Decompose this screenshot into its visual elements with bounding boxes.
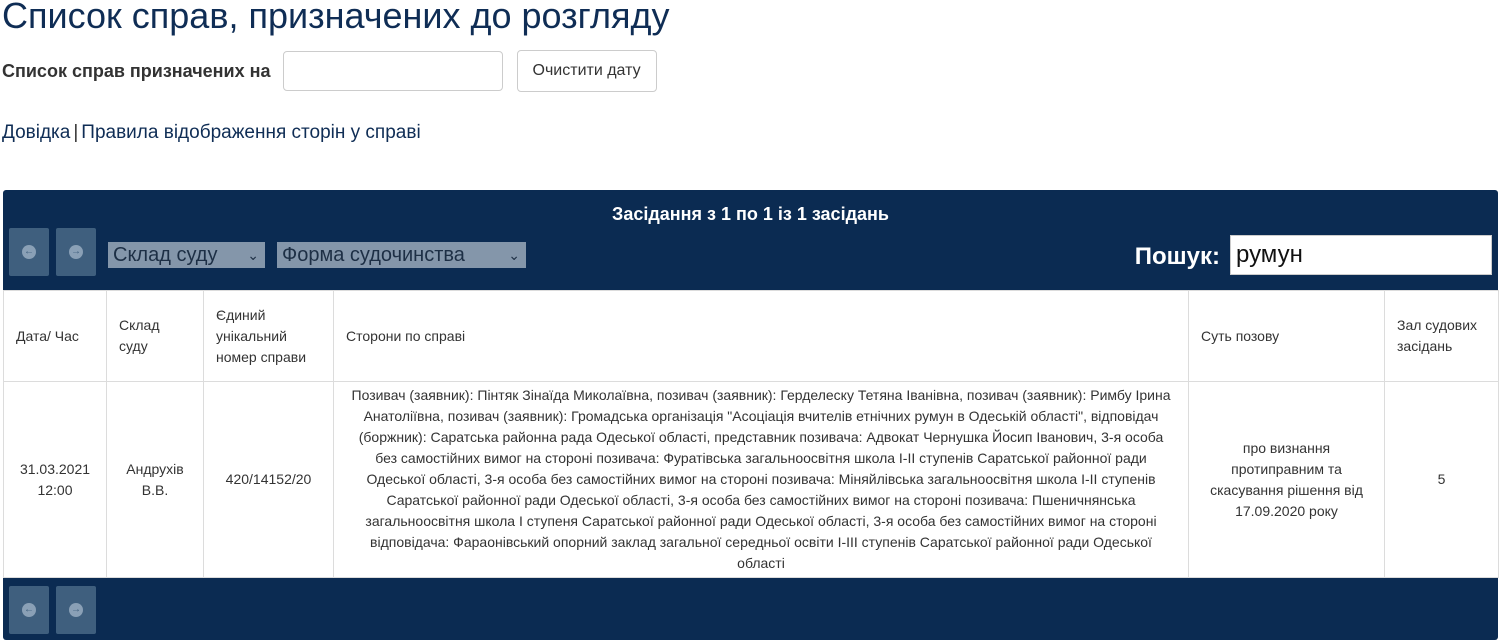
cell-date: 31.03.2021	[19, 460, 91, 477]
court-composition-select-label: Склад суду	[113, 244, 218, 266]
column-header-claim[interactable]: Суть позову	[1188, 290, 1385, 382]
next-page-button-bottom[interactable]: →	[56, 586, 96, 634]
help-link[interactable]: Довідка	[2, 122, 70, 143]
cell-claim: про визнання протиправним та скасування …	[1188, 381, 1385, 578]
date-input[interactable]	[282, 51, 503, 91]
column-header-case-number[interactable]: Єдиний унікальний номер справи	[203, 290, 334, 382]
proceeding-form-select-label: Форма судочинства	[282, 244, 465, 266]
clear-date-button[interactable]: Очистити дату	[516, 50, 657, 92]
cell-case-number: 420/14152/20	[203, 381, 334, 578]
panel-toolbar: Засідання з 1 по 1 із 1 засідань ← → Скл…	[3, 190, 1498, 290]
table-row: 31.03.2021 12:00 Андрухів В.В. 420/14152…	[3, 381, 1499, 578]
court-composition-select[interactable]: Склад суду ⌄	[108, 242, 265, 268]
chevron-down-icon: ⌄	[508, 247, 520, 263]
column-header-hall[interactable]: Зал судових засідань	[1384, 290, 1499, 382]
arrow-right-circle-icon: →	[69, 245, 83, 259]
column-header-parties[interactable]: Сторони по справі	[333, 290, 1189, 382]
arrow-right-circle-icon: →	[69, 603, 83, 617]
search-input[interactable]: румун	[1230, 235, 1492, 275]
date-label: Список справ призначених на	[2, 60, 271, 81]
cases-panel: Засідання з 1 по 1 із 1 засідань ← → Скл…	[3, 190, 1499, 640]
column-header-judge[interactable]: Склад суду	[106, 290, 204, 382]
cases-table: Дата/ Час Склад суду Єдиний унікальний н…	[3, 290, 1499, 578]
prev-page-button-bottom[interactable]: ←	[9, 586, 49, 634]
arrow-left-circle-icon: ←	[22, 245, 36, 259]
cell-date-time: 31.03.2021 12:00	[3, 381, 107, 578]
search-label: Пошук:	[1134, 243, 1220, 270]
link-separator: |	[73, 122, 79, 143]
column-header-date[interactable]: Дата/ Час	[3, 290, 107, 382]
prev-page-button[interactable]: ←	[9, 228, 49, 276]
next-page-button[interactable]: →	[56, 228, 96, 276]
help-links: Довідка | Правила відображення сторін у сп…	[2, 122, 421, 144]
cell-time: 12:00	[37, 481, 73, 498]
proceeding-form-select[interactable]: Форма судочинства ⌄	[277, 242, 526, 268]
chevron-down-icon: ⌄	[247, 247, 259, 263]
page-title: Список справ, призначених до розгляду	[2, 0, 670, 36]
cell-parties: Позивач (заявник): Пінтяк Зінаїда Микола…	[333, 381, 1189, 578]
date-filter-row: Список справ призначених на Очистити дат…	[2, 50, 657, 92]
arrow-left-circle-icon: ←	[22, 603, 36, 617]
party-display-rules-link[interactable]: Правила відображення сторін у справі	[81, 122, 420, 143]
cell-hall: 5	[1384, 381, 1499, 578]
table-header-row: Дата/ Час Склад суду Єдиний унікальний н…	[3, 290, 1499, 382]
cell-judge: Андрухів В.В.	[106, 381, 204, 578]
sessions-info: Засідання з 1 по 1 із 1 засідань	[612, 204, 889, 224]
